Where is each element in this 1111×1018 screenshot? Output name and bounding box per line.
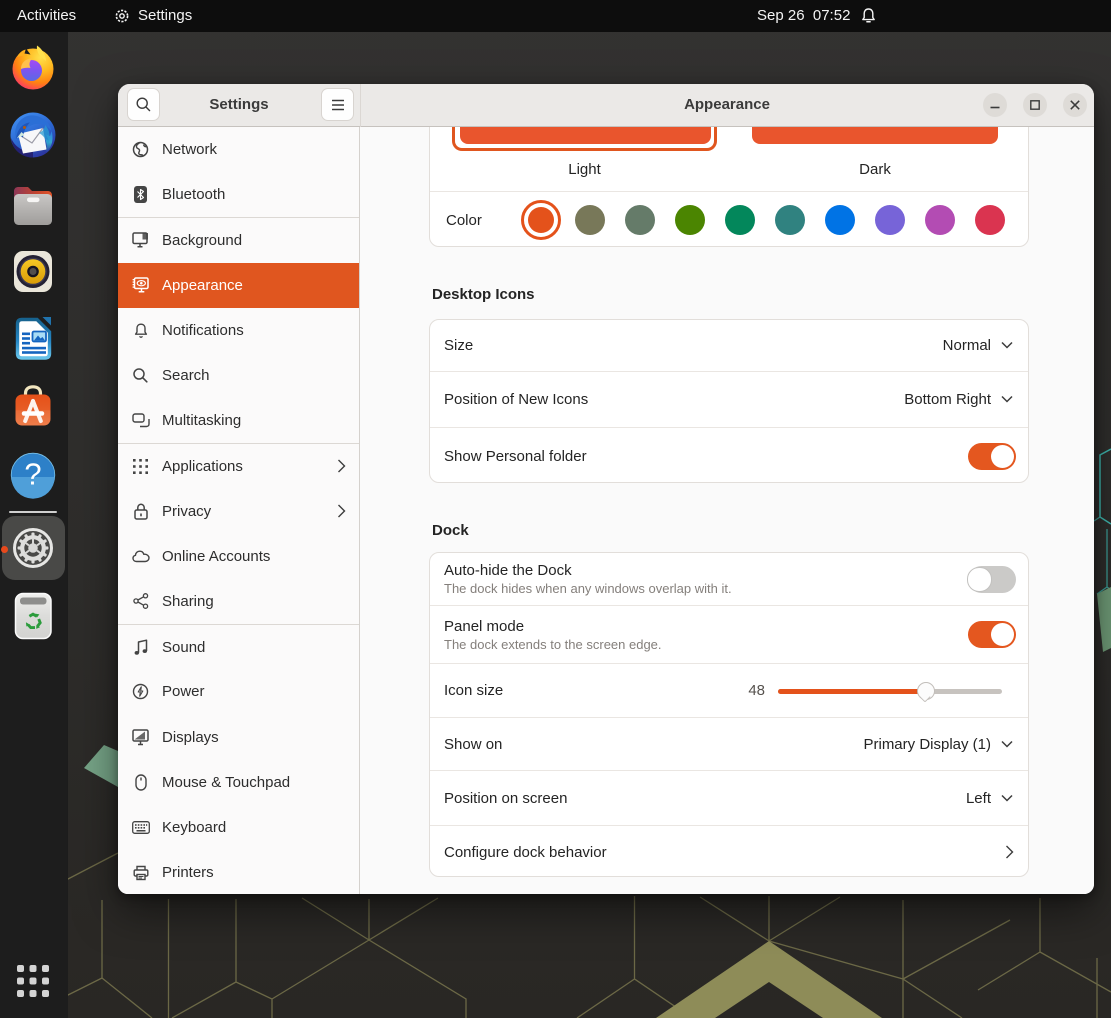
svg-text:?: ?	[24, 457, 41, 492]
